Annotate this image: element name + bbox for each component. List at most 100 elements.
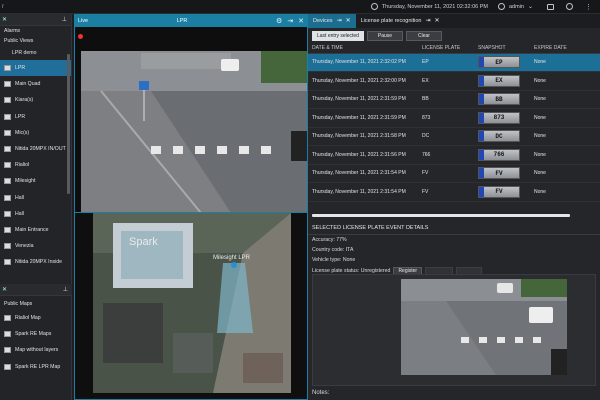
map-camera-label: Milesight LPR bbox=[213, 255, 251, 261]
settings-icon[interactable]: ⚙ bbox=[276, 18, 282, 25]
plate-snapshot-text: EP bbox=[495, 58, 503, 66]
table-row[interactable]: Thursday, November 11, 2021 2:31:59 PM 87… bbox=[308, 108, 600, 128]
plate-snapshot[interactable]: FV bbox=[478, 185, 520, 198]
export-icon[interactable]: ⇥ bbox=[287, 18, 293, 25]
sidebar-view-item[interactable]: Nitida 20MPX Inside bbox=[0, 254, 71, 270]
map-icon bbox=[4, 331, 11, 338]
plate-snapshot-text: DC bbox=[495, 132, 503, 140]
sidebar-view-item[interactable]: Main Quad bbox=[0, 76, 71, 92]
column-header[interactable]: EXPIRE DATE bbox=[530, 43, 600, 54]
country-label: Country code: ITA bbox=[312, 247, 354, 253]
plate-snapshot-text: 873 bbox=[493, 114, 505, 122]
plate-cell: BB bbox=[418, 90, 474, 109]
sidebar-map-item[interactable]: Spark RE LPR Map bbox=[0, 359, 72, 375]
sidebar-view-label: LPR bbox=[15, 65, 26, 72]
tab-license-plate-recognition[interactable]: License plate recognition ⇥ ✕ bbox=[356, 14, 445, 28]
user-icon bbox=[497, 3, 505, 10]
expire-cell: None bbox=[530, 182, 600, 202]
table-row[interactable]: Thursday, November 11, 2021 2:31:59 PM BB… bbox=[308, 90, 600, 109]
snapshot-cell: FV bbox=[474, 164, 530, 183]
export-icon[interactable]: ⇥ bbox=[337, 18, 342, 24]
live-tab-label[interactable]: Live bbox=[78, 18, 88, 24]
sidebar-view-item[interactable]: Mic(s) bbox=[0, 125, 71, 141]
chat-icon[interactable] bbox=[547, 3, 554, 10]
sidebar-item-public-maps[interactable]: Public Maps bbox=[0, 298, 72, 310]
table-scrollbar[interactable] bbox=[312, 214, 570, 217]
view-icon bbox=[4, 146, 11, 153]
datetime-label: Thursday, November 11, 2021 02:32:06 PM bbox=[381, 3, 488, 10]
plate-cell: EP bbox=[418, 53, 474, 72]
sidebar-view-item[interactable]: Main Entrance bbox=[0, 222, 71, 238]
sidebar-map-item[interactable]: Spark RE Maps bbox=[0, 326, 72, 342]
help-icon[interactable] bbox=[566, 3, 573, 10]
plate-snapshot[interactable]: 873 bbox=[478, 111, 520, 124]
view-icon bbox=[4, 81, 11, 88]
plate-snapshot[interactable]: 766 bbox=[478, 148, 520, 161]
plate-snapshot[interactable]: FV bbox=[478, 167, 520, 180]
plate-snapshot[interactable]: EP bbox=[478, 56, 520, 69]
sidebar-view-label: Hall bbox=[15, 194, 24, 201]
plate-snapshot[interactable]: EX bbox=[478, 74, 520, 87]
views-header: ✕ ⊥ bbox=[0, 14, 71, 26]
date-cell: Thursday, November 11, 2021 2:31:59 PM bbox=[308, 90, 418, 109]
plate-cell: FV bbox=[418, 182, 474, 202]
pause-button[interactable]: Pause bbox=[366, 30, 403, 41]
expire-cell: None bbox=[530, 127, 600, 146]
tab-devices[interactable]: Devices ⇥ ✕ bbox=[308, 14, 356, 28]
username-label[interactable]: admin bbox=[509, 4, 524, 10]
sidebar-item-lpr-demo[interactable]: LPR demo bbox=[0, 46, 71, 60]
close-icon[interactable]: ✕ bbox=[346, 18, 351, 24]
table-row[interactable]: Thursday, November 11, 2021 2:31:58 PM DC… bbox=[308, 127, 600, 146]
map-list: Rialiol Map Spark RE Maps Map without laye… bbox=[0, 310, 72, 375]
table-row[interactable]: Thursday, November 11, 2021 2:31:54 PM FV… bbox=[308, 182, 600, 202]
table-row[interactable]: Thursday, November 11, 2021 2:31:56 PM 76… bbox=[308, 145, 600, 165]
column-header[interactable]: SNAPSHOT bbox=[474, 43, 530, 54]
sidebar-view-label: Milesight bbox=[15, 178, 36, 185]
plate-cell: FV bbox=[418, 164, 474, 183]
sidebar-item-alarms[interactable]: Alarms bbox=[0, 26, 71, 36]
last-entry-selected-button[interactable]: Last entry selected bbox=[312, 30, 364, 41]
sidebar-view-item[interactable]: LPR bbox=[0, 109, 71, 125]
table-row[interactable]: Thursday, November 11, 2021 2:32:00 PM EX… bbox=[308, 71, 600, 91]
snapshot-frame bbox=[312, 274, 596, 386]
table-row[interactable]: Thursday, November 11, 2021 2:31:54 PM FV… bbox=[308, 164, 600, 183]
map-camera-marker-icon[interactable] bbox=[231, 262, 237, 268]
sidebar-view-item[interactable]: Nitida 20MPX IN/OUT bbox=[0, 141, 71, 157]
sidebar-view-label: LPR bbox=[15, 113, 26, 120]
export-icon[interactable]: ⇥ bbox=[425, 18, 430, 24]
plate-cell: DC bbox=[418, 127, 474, 146]
sidebar-map-item[interactable]: Map without layers bbox=[0, 342, 72, 358]
pin-icon[interactable]: ⊥ bbox=[63, 286, 68, 293]
sidebar-map-item[interactable]: Rialiol Map bbox=[0, 310, 72, 326]
sidebar-view-item[interactable]: Hall bbox=[0, 206, 71, 222]
plate-snapshot[interactable]: DC bbox=[478, 130, 520, 143]
clock-icon bbox=[370, 3, 378, 10]
app-menu-label[interactable]: r bbox=[0, 4, 20, 10]
collapse-icon[interactable]: ✕ bbox=[2, 287, 7, 293]
table-row[interactable]: Thursday, November 11, 2021 2:32:02 PM EP… bbox=[308, 53, 600, 72]
sidebar-view-item[interactable]: Milesight bbox=[0, 173, 71, 189]
close-icon[interactable]: ✕ bbox=[298, 18, 304, 25]
sidebar-view-label: Hall bbox=[15, 210, 24, 217]
sidebar-view-item[interactable]: LPR bbox=[0, 60, 71, 77]
clear-button[interactable]: Clear bbox=[405, 30, 442, 41]
accuracy-label: Accuracy: 77% bbox=[312, 237, 347, 243]
chevron-down-icon[interactable]: ⌄ bbox=[528, 3, 533, 10]
sidebar-view-item[interactable]: Hall bbox=[0, 190, 71, 206]
more-icon[interactable]: ⋮ bbox=[585, 3, 592, 11]
plate-snapshot[interactable]: BB bbox=[478, 93, 520, 106]
sidebar-view-item[interactable]: Venezia bbox=[0, 238, 71, 254]
left-scrollbar[interactable] bbox=[67, 54, 70, 194]
notes-label: Notes: bbox=[312, 390, 330, 396]
column-header[interactable]: LICENSE PLATE bbox=[418, 43, 474, 54]
sidebar-view-item[interactable]: Kiara(s) bbox=[0, 92, 71, 108]
sidebar-view-item[interactable]: Rialiol bbox=[0, 157, 71, 173]
plate-snapshot-text: BB bbox=[495, 95, 503, 103]
close-icon[interactable]: ✕ bbox=[435, 18, 440, 24]
collapse-icon[interactable]: ✕ bbox=[2, 17, 7, 23]
expire-cell: None bbox=[530, 71, 600, 91]
live-panel-top: Live LPR ⚙ ⇥ ✕ bbox=[74, 14, 308, 214]
pin-icon[interactable]: ⊥ bbox=[62, 16, 67, 23]
sidebar-item-public-views[interactable]: Public Views bbox=[0, 36, 71, 46]
column-header[interactable]: DATE & TIME bbox=[308, 43, 418, 54]
